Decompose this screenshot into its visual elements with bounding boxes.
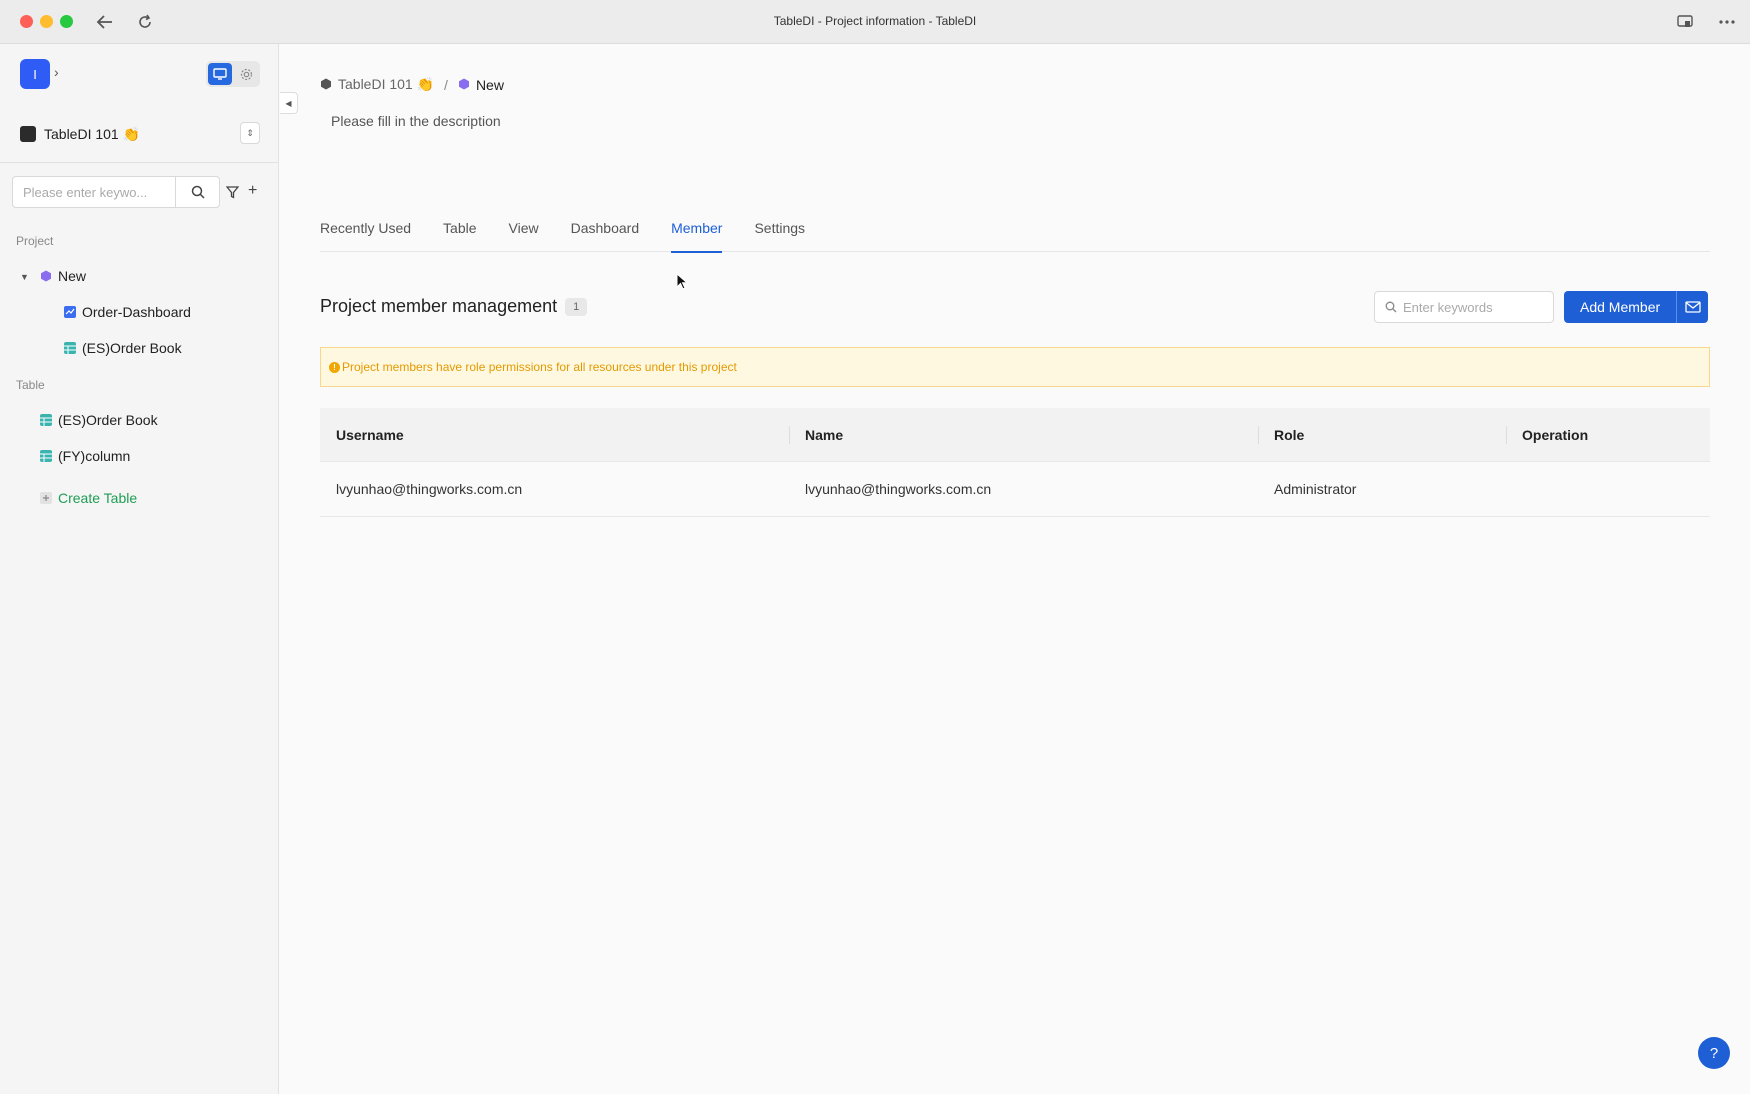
sidebar-item-table-es-order-book[interactable]: (ES)Order Book [40, 408, 158, 432]
collapse-sidebar-icon[interactable]: ◀ [280, 92, 298, 114]
mode-switch [206, 61, 260, 87]
table-section-label: Table [16, 378, 45, 392]
sidebar-item-project[interactable]: New [40, 264, 86, 288]
sidebar-item-table-fy-column[interactable]: (FY)column [40, 444, 130, 468]
sidebar-item-order-dashboard[interactable]: Order-Dashboard [64, 300, 191, 324]
updown-chevron-icon[interactable]: ⇕ [240, 122, 260, 144]
column-header-operation: Operation [1506, 408, 1710, 461]
screen-share-icon[interactable] [1674, 11, 1696, 33]
cube-icon [458, 77, 470, 93]
help-button[interactable]: ? [1698, 1037, 1730, 1069]
notice-text: Project members have role permissions fo… [342, 360, 737, 374]
table-row[interactable]: lvyunhao@thingworks.com.cn lvyunhao@thin… [320, 462, 1710, 517]
member-search [1374, 291, 1554, 323]
workspace-icon [20, 126, 36, 142]
search-icon[interactable] [175, 177, 219, 207]
breadcrumb-workspace[interactable]: TableDI 101 👏 [338, 76, 434, 93]
mail-icon[interactable] [1676, 291, 1709, 323]
search-icon [1385, 301, 1397, 313]
more-icon[interactable] [1716, 11, 1738, 33]
add-member-group: Add Member [1564, 291, 1709, 323]
tab-recently-used[interactable]: Recently Used [320, 218, 411, 252]
monitor-icon[interactable] [208, 63, 232, 85]
column-header-role: Role [1258, 408, 1506, 461]
warning-icon: ! [329, 361, 340, 373]
sidebar: I › TableDI 101 👏 ⇕ + Project ▼ New Orde… [0, 44, 279, 1094]
tab-table[interactable]: Table [443, 218, 476, 252]
filter-icon[interactable] [224, 184, 240, 200]
tab-dashboard[interactable]: Dashboard [571, 218, 640, 252]
member-count-badge: 1 [565, 297, 588, 316]
sidebar-search [12, 176, 220, 208]
tab-view[interactable]: View [509, 218, 539, 252]
main-content: ◀ TableDI 101 👏 / New Please fill in the… [280, 44, 1750, 1094]
cell-operation [1506, 462, 1710, 516]
breadcrumb: TableDI 101 👏 / New [320, 76, 504, 93]
cell-name: lvyunhao@thingworks.com.cn [805, 481, 992, 497]
cell-role: Administrator [1274, 481, 1357, 497]
permission-notice: ! Project members have role permissions … [320, 347, 1710, 387]
sidebar-item-label: New [58, 268, 87, 284]
caret-down-icon[interactable]: ▼ [20, 272, 29, 282]
app-logo[interactable]: I [20, 59, 50, 89]
mouse-cursor-icon [676, 272, 689, 296]
chevron-right-icon[interactable]: › [54, 64, 59, 80]
cube-icon [40, 270, 52, 282]
table-icon [64, 342, 76, 354]
workspace-selector[interactable]: TableDI 101 👏 ⇕ [20, 121, 260, 147]
member-table: Username Name Role Operation lvyunhao@th… [320, 408, 1710, 517]
cube-outline-icon [320, 77, 332, 93]
create-table-button[interactable]: Create Table [40, 486, 137, 510]
table-header: Username Name Role Operation [320, 408, 1710, 462]
cell-username: lvyunhao@thingworks.com.cn [336, 481, 523, 497]
sidebar-search-input[interactable] [13, 177, 175, 207]
project-section-label: Project [16, 234, 54, 248]
sidebar-divider [0, 162, 279, 163]
table-icon [40, 414, 52, 426]
sidebar-item-label: Order-Dashboard [82, 304, 191, 320]
workspace-name: TableDI 101 👏 [44, 125, 141, 142]
tab-settings[interactable]: Settings [754, 218, 805, 252]
section-title: Project member management [320, 296, 558, 316]
sidebar-item-label: (ES)Order Book [82, 340, 182, 356]
create-table-label: Create Table [58, 490, 138, 506]
tab-member[interactable]: Member [671, 218, 723, 253]
gear-icon[interactable] [235, 63, 259, 85]
project-description[interactable]: Please fill in the description [331, 113, 501, 129]
member-search-input[interactable] [1403, 299, 1543, 315]
section-header: Project member management 1 [320, 296, 588, 317]
column-header-name: Name [789, 408, 1258, 461]
sidebar-item-label: (FY)column [58, 448, 131, 464]
sidebar-item-label: (ES)Order Book [58, 412, 158, 428]
window-title: TableDI - Project information - TableDI [773, 14, 977, 28]
add-icon[interactable]: + [248, 182, 257, 200]
plus-icon [40, 492, 52, 504]
breadcrumb-project[interactable]: New [476, 77, 504, 93]
tab-bar: Recently Used Table View Dashboard Membe… [320, 218, 1710, 253]
window-titlebar: TableDI - Project information - TableDI [0, 0, 1750, 44]
column-header-username: Username [336, 426, 404, 443]
sidebar-item-es-order-book[interactable]: (ES)Order Book [64, 336, 182, 360]
add-member-button[interactable]: Add Member [1564, 291, 1677, 323]
dashboard-icon [64, 306, 76, 318]
table-icon [40, 450, 52, 462]
breadcrumb-separator: / [444, 76, 448, 93]
